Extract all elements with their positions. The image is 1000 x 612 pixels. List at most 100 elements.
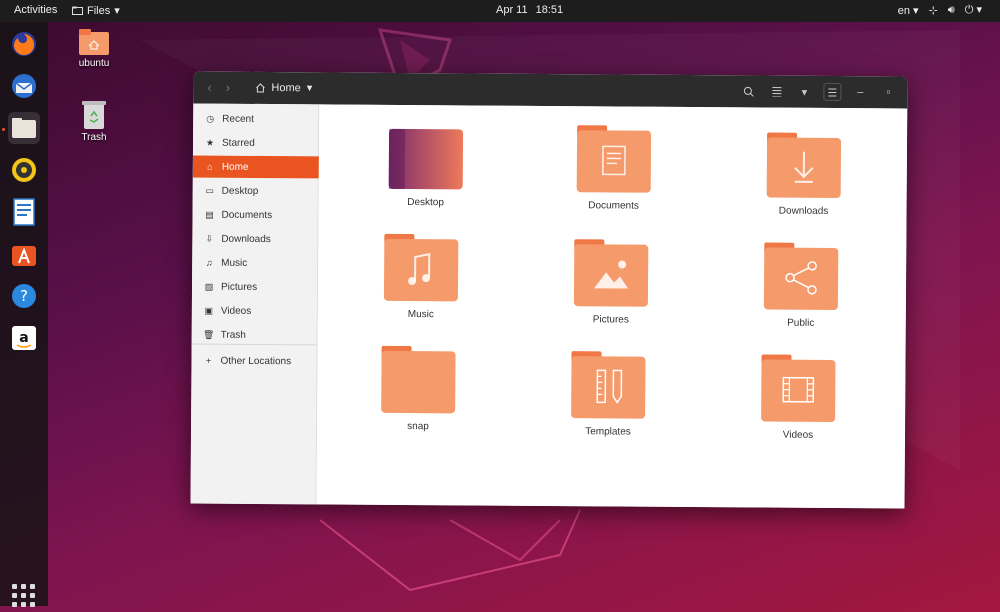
show-applications-button[interactable] [12,584,35,607]
folder-templates[interactable]: Templates [563,350,654,438]
app-menu[interactable]: Files ▾ [72,4,120,17]
ubuntu-software-icon [12,246,36,266]
music-icon: ♫ [205,257,213,268]
folder-icon [72,6,83,15]
hamburger-icon [828,87,837,97]
folder-music[interactable]: Music [376,233,467,321]
folder-documents[interactable]: Documents [569,124,660,212]
folder-label: snap [407,421,429,433]
folder-label: Videos [782,429,814,441]
folder-downloads[interactable]: Downloads [759,131,850,217]
sidebar-item-label: Pictures [220,281,258,293]
documents-folder-icon [576,125,652,193]
folder-snap[interactable]: snap [373,345,464,433]
folder-label: Pictures [592,314,629,326]
help-icon: ? [12,284,36,308]
clock-icon: ◷ [206,113,215,124]
downloads-folder-icon [766,132,842,199]
sidebar-item-pictures[interactable]: ▨ Pictures [192,276,318,299]
picture-icon: ▨ [204,281,214,292]
forward-button[interactable]: › [226,80,230,95]
desktop-folder-icon [388,128,464,190]
search-button[interactable] [739,82,757,100]
volume-icon[interactable]: 🔊︎ [948,4,955,17]
dock: ? a [0,22,48,607]
sidebar-item-home[interactable]: ⌂ Home [192,155,319,179]
folder-grid: Desktop Documents Downloads Music Pictur… [316,104,908,509]
dock-item-firefox[interactable] [8,28,40,60]
home-icon [256,82,265,93]
sidebar-item-starred[interactable]: ★ Starred [193,132,319,155]
folder-label: Downloads [778,205,829,217]
sidebar-item-documents[interactable]: ▤ Documents [192,204,318,227]
app-menu-label: Files [87,4,111,17]
sidebar-item-desktop[interactable]: ▭ Desktop [193,180,319,203]
dock-item-software[interactable] [8,238,40,270]
desktop-icon-label: Trash [81,132,107,143]
dock-item-amazon[interactable]: a [8,322,40,354]
svg-text:a: a [19,330,28,346]
sidebar-item-label: Recent [222,113,254,125]
sidebar-item-label: Documents [221,209,273,221]
activities-button[interactable]: Activities [14,4,57,16]
star-icon: ★ [205,137,215,148]
path-label: Home [271,81,301,94]
minimize-button[interactable]: – [851,83,869,101]
folder-public[interactable]: Public [756,241,847,329]
path-bar-home[interactable]: Home ▾ [255,81,312,94]
trash-icon: 🗑︎ [202,329,215,340]
folder-label: Templates [585,426,631,438]
sidebar-item-label: Desktop [221,185,259,197]
sidebar-item-videos[interactable]: ▣ Videos [192,300,318,323]
desktop-icon-trash[interactable]: Trash [64,100,124,143]
public-folder-icon [763,242,839,310]
sidebar-item-other-locations[interactable]: + Other Locations [191,350,317,373]
sidebar-item-label: Trash [220,329,246,341]
amazon-icon: a [12,326,36,350]
view-options-button[interactable]: ▾ [795,83,813,101]
folder-pictures[interactable]: Pictures [566,238,657,326]
sidebar-item-music[interactable]: ♫ Music [192,252,318,275]
files-window: ‹ › Home ▾ ▾ – ▫ × ◷Recent ★Starred ⌂H [190,71,908,509]
header-tools: ▾ – ▫ × [739,82,908,102]
list-view-icon [771,87,781,97]
sidebar-item-downloads[interactable]: ⇩ Downloads [192,228,318,251]
videos-folder-icon [761,354,836,422]
language-indicator[interactable]: en ▾ [898,4,919,17]
dock-item-writer[interactable] [8,196,40,228]
dock-item-rhythmbox[interactable] [8,154,40,186]
folder-label: Desktop [407,197,444,209]
clock-date: Apr 11 [496,4,528,16]
firefox-icon [12,32,36,56]
menu-button[interactable] [823,82,842,102]
desktop-icon: ▭ [205,185,214,196]
thunderbird-icon [12,74,36,98]
dock-item-files[interactable] [8,112,40,144]
home-folder-icon [79,29,109,55]
snap-folder-icon [381,345,456,414]
clock[interactable]: Apr 11 18:51 [496,4,563,16]
folder-videos[interactable]: Videos [753,353,844,441]
files-icon [12,118,36,138]
folder-label: Documents [588,200,639,212]
dock-item-thunderbird[interactable] [8,70,40,102]
maximize-button[interactable]: ▫ [879,83,897,101]
system-tray[interactable]: en ▾ ⊹ 🔊︎ ⏻ ▾ [898,3,982,17]
back-button[interactable]: ‹ [207,80,211,95]
search-icon [743,86,754,97]
dock-item-help[interactable]: ? [8,280,40,312]
sidebar-item-recent[interactable]: ◷ Recent [193,108,319,131]
chevron-down-icon: ▾ [114,5,120,17]
power-icon[interactable]: ⏻ ▾ [965,3,982,17]
view-list-button[interactable] [767,83,785,101]
folder-label: Public [787,317,815,329]
music-folder-icon [383,233,459,302]
clock-time: 18:51 [535,4,564,16]
download-icon: ⇩ [205,233,214,244]
folder-desktop[interactable]: Desktop [381,125,472,209]
home-icon: ⌂ [207,161,213,172]
network-icon[interactable]: ⊹ [929,4,938,17]
document-icon: ▤ [205,209,214,220]
desktop-icon-home[interactable]: ubuntu [64,28,124,69]
sidebar-item-label: Other Locations [220,355,292,367]
